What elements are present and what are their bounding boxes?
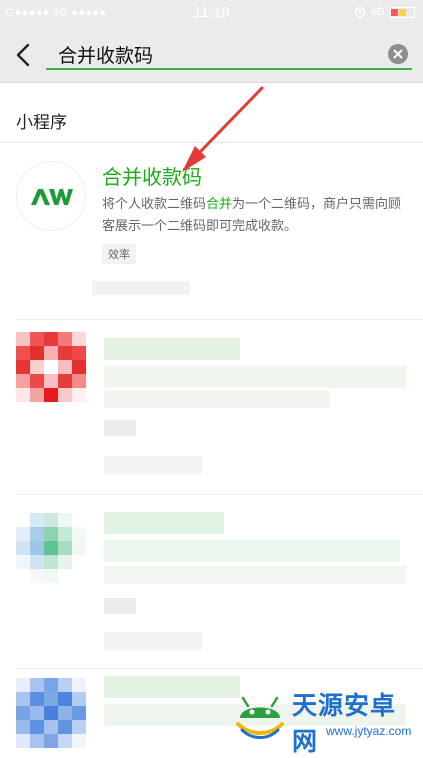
mini-program-result[interactable]: 合并收款码 将个人收款二维码合并为一个二维码，商户只需向顾客展示一个二维码即可完… <box>0 143 423 319</box>
network-label: 4G <box>370 6 385 18</box>
app-name: 合并收款码 <box>102 165 202 189</box>
search-query: 合并收款码 <box>58 45 154 67</box>
blurred-text <box>104 390 330 408</box>
android-logo-icon <box>236 696 284 739</box>
header-divider <box>0 82 423 83</box>
blurred-title <box>104 512 224 534</box>
category-tag: 效率 <box>102 244 136 264</box>
blurred-text <box>104 540 400 562</box>
app-description: 将个人收款二维码合并为一个二维码，商户只需向顾客展示一个二维码即可完成收款。 <box>102 197 402 234</box>
blurred-text <box>92 281 190 295</box>
clear-icon[interactable] <box>388 44 408 64</box>
blurred-avatar-1 <box>16 332 86 402</box>
app-logo <box>16 161 86 231</box>
row-divider <box>16 494 423 495</box>
blurred-avatar-2 <box>16 513 86 583</box>
blurred-title <box>104 338 240 360</box>
row-divider <box>16 668 423 669</box>
blurred-text <box>104 366 406 388</box>
blurred-text <box>104 456 202 474</box>
blurred-text <box>104 566 406 584</box>
status-bar: G●●●●● 4G ●●●●● 11:19 4G <box>0 0 423 28</box>
blurred-text <box>104 632 202 650</box>
row-divider <box>16 319 423 320</box>
watermark-url: www.jytyaz.com <box>326 724 412 738</box>
watermark: 天源安卓网 www.jytyaz.com <box>228 680 418 756</box>
status-right-group: 4G <box>354 6 415 18</box>
blurred-avatar-3 <box>16 678 86 748</box>
blurred-tag <box>104 420 136 436</box>
watermark-title: 天源安卓网 <box>292 691 397 756</box>
section-title: 小程序 <box>16 113 67 133</box>
blurred-title <box>104 676 240 698</box>
search-input[interactable]: 合并收款码 <box>46 40 412 70</box>
battery-icon <box>389 6 415 18</box>
search-header: 合并收款码 <box>0 28 423 82</box>
aw-logo-icon <box>31 189 73 205</box>
back-arrow-icon[interactable] <box>12 42 36 68</box>
blurred-tag <box>104 598 136 614</box>
highlight-keyword: 合并 <box>206 197 233 212</box>
alarm-icon <box>355 7 366 18</box>
